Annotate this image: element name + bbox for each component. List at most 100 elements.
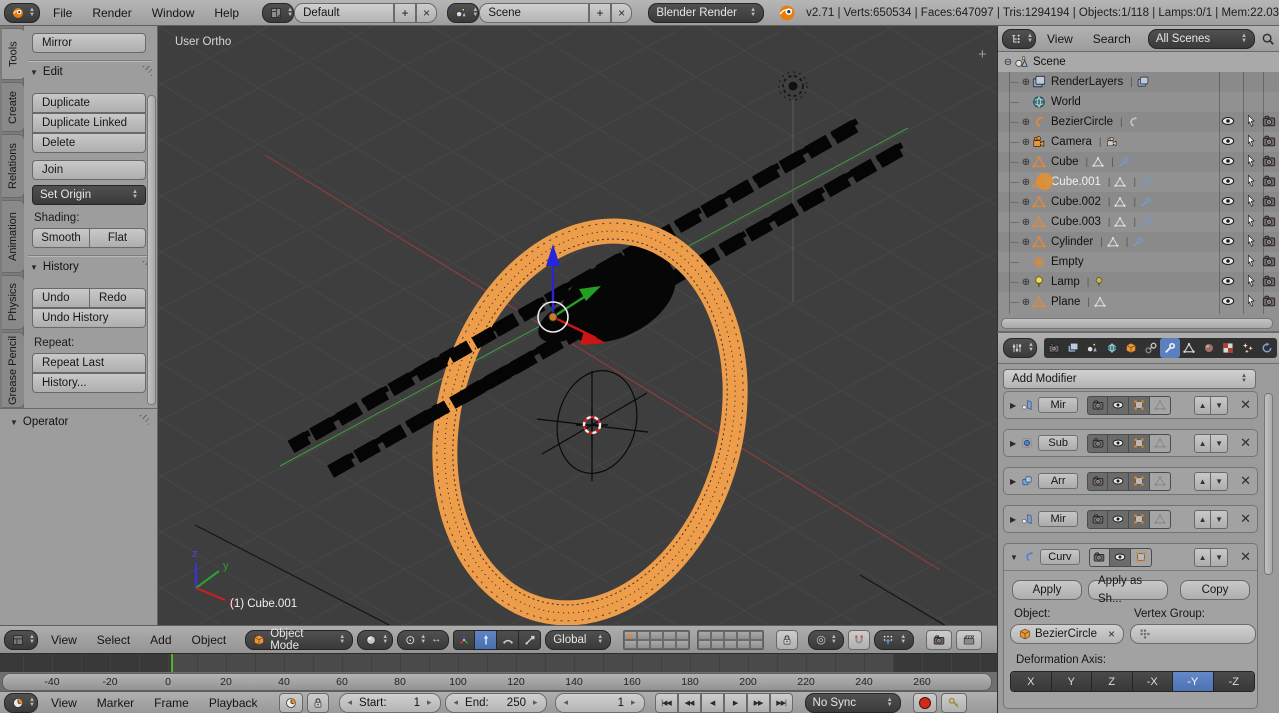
- properties-tab-render[interactable]: [1044, 338, 1063, 358]
- edit-mode-toggle[interactable]: [1129, 471, 1151, 491]
- layer-9[interactable]: [663, 639, 677, 649]
- edit-mode-toggle[interactable]: [1129, 433, 1151, 453]
- properties-tab-physics[interactable]: [1257, 338, 1276, 358]
- join-button[interactable]: Join: [32, 160, 146, 180]
- frame-start-field[interactable]: ◂ Start: 1 ▸: [338, 692, 441, 713]
- timeline-editor-select[interactable]: ▲ ▼: [4, 692, 38, 713]
- layer-11[interactable]: [698, 630, 712, 640]
- increment-icon[interactable]: ▸: [533, 697, 538, 708]
- move-up-button[interactable]: ▲: [1194, 509, 1212, 529]
- selectability-toggle[interactable]: [1244, 134, 1260, 150]
- render-toggle[interactable]: [1087, 471, 1109, 491]
- selectability-toggle[interactable]: [1244, 114, 1260, 130]
- app-menu-button[interactable]: ▲ ▼: [4, 2, 40, 23]
- delete-scene-button[interactable]: ×: [610, 2, 633, 23]
- viewport-visibility-toggle[interactable]: [1108, 471, 1130, 491]
- expand-toggle[interactable]: ⊕: [1020, 77, 1032, 88]
- lock-frame-toggle[interactable]: [306, 692, 329, 713]
- menu-add[interactable]: Add: [141, 628, 180, 652]
- outliner-row-beziercircle[interactable]: ⊕ BezierCircle |: [998, 112, 1279, 132]
- increment-icon[interactable]: ▸: [631, 697, 636, 708]
- selectability-toggle[interactable]: [1244, 174, 1260, 190]
- cage-toggle[interactable]: [1150, 433, 1172, 453]
- render-toggle[interactable]: [1087, 433, 1109, 453]
- apply-as-shape-button[interactable]: Apply as Sh...: [1088, 575, 1168, 605]
- render-toggle[interactable]: [1087, 395, 1109, 415]
- menu-render[interactable]: Render: [83, 1, 140, 25]
- selectability-toggle[interactable]: [1244, 274, 1260, 290]
- modifier-name-field[interactable]: Mir: [1038, 511, 1079, 527]
- tool-shelf-scrollbar[interactable]: [147, 95, 156, 405]
- renderability-toggle[interactable]: [1262, 114, 1278, 130]
- properties-tab-object[interactable]: [1122, 338, 1141, 358]
- viewport-visibility-toggle[interactable]: [1108, 509, 1130, 529]
- visibility-toggle[interactable]: [1221, 214, 1237, 230]
- decrement-icon[interactable]: ◂: [454, 697, 459, 708]
- repeat-history-button[interactable]: History...: [32, 373, 146, 393]
- properties-tab-texture[interactable]: [1219, 338, 1238, 358]
- expand-toggle[interactable]: ⊕: [1020, 217, 1032, 228]
- layer-19[interactable]: [737, 639, 751, 649]
- outliner-row-scene[interactable]: ⊖ Scene: [998, 52, 1279, 72]
- timeline-track[interactable]: [0, 653, 997, 672]
- viewport-visibility-toggle[interactable]: [1108, 395, 1130, 415]
- timeline-scrollbar[interactable]: -40 -20 0 20 40 60 80 100 120 140 160 180 200 220 240 2…: [2, 673, 992, 691]
- cage-toggle[interactable]: [1150, 471, 1172, 491]
- tool-tab-physics[interactable]: Physics: [2, 275, 25, 330]
- layer-13[interactable]: [724, 630, 738, 640]
- outliner-row-cylinder[interactable]: ⊕ Cylinder | |: [998, 232, 1279, 252]
- menu-view[interactable]: View: [42, 691, 86, 713]
- modifier-name-field[interactable]: Sub: [1038, 435, 1079, 451]
- auto-keyframe-toggle[interactable]: [912, 692, 937, 713]
- add-modifier-select[interactable]: Add Modifier ▲ ▼: [1003, 369, 1256, 389]
- outliner-filter-select[interactable]: All Scenes ▲ ▼: [1147, 28, 1255, 49]
- delete-modifier-icon[interactable]: ✕: [1240, 435, 1251, 451]
- viewport-visibility-toggle[interactable]: [1109, 547, 1131, 567]
- layer-12[interactable]: [711, 630, 725, 640]
- tool-tab-create[interactable]: Create: [2, 82, 25, 132]
- 3d-viewport[interactable]: z y x User Ortho (1) Cube.001 +: [158, 26, 997, 625]
- layer-2[interactable]: [637, 630, 651, 640]
- playback-range-clock-toggle[interactable]: [278, 692, 303, 713]
- snap-toggle[interactable]: [848, 629, 871, 650]
- selectability-toggle[interactable]: [1244, 194, 1260, 210]
- next-keyframe-button[interactable]: ▶▶: [746, 692, 770, 713]
- screen-layout-field[interactable]: Default: [294, 2, 395, 23]
- renderability-toggle[interactable]: [1262, 214, 1278, 230]
- interaction-mode-select[interactable]: Object Mode ▲ ▼: [245, 628, 354, 652]
- selectability-toggle[interactable]: [1244, 154, 1260, 170]
- proportional-edit-select[interactable]: ◎ ▲ ▼: [808, 629, 845, 650]
- renderability-toggle[interactable]: [1262, 234, 1278, 250]
- menu-playback[interactable]: Playback: [200, 691, 267, 713]
- properties-tab-material[interactable]: [1199, 338, 1218, 358]
- expand-icon[interactable]: ▶: [1010, 401, 1016, 410]
- outliner-row-camera[interactable]: ⊕ Camera |: [998, 132, 1279, 152]
- jump-to-start-button[interactable]: |◀◀: [654, 692, 678, 713]
- layer-7[interactable]: [637, 639, 651, 649]
- layer-20[interactable]: [750, 639, 764, 649]
- panel-drag-grip[interactable]: [138, 415, 149, 426]
- deform-axis-negy[interactable]: -Y: [1173, 672, 1214, 691]
- layer-16[interactable]: [698, 639, 712, 649]
- move-up-button[interactable]: ▲: [1194, 547, 1212, 567]
- layer-1[interactable]: [624, 630, 638, 640]
- visibility-toggle[interactable]: [1221, 134, 1237, 150]
- delete-modifier-icon[interactable]: ✕: [1240, 397, 1251, 413]
- visibility-toggle[interactable]: [1221, 174, 1237, 190]
- expand-toggle[interactable]: ⊕: [1020, 157, 1032, 168]
- region-expand-toggle[interactable]: +: [978, 46, 987, 63]
- screen-layout-icon-button[interactable]: ▲ ▼: [262, 2, 295, 23]
- current-frame-playhead[interactable]: [170, 654, 173, 672]
- expand-toggle[interactable]: ⊕: [1020, 117, 1032, 128]
- deform-axis-x[interactable]: X: [1011, 672, 1052, 691]
- layer-18[interactable]: [724, 639, 738, 649]
- operator-panel-header[interactable]: ▼ Operator: [10, 416, 68, 428]
- outliner-row-cube[interactable]: ⊕ Cube | |: [998, 152, 1279, 172]
- viewport-visibility-toggle[interactable]: [1108, 433, 1130, 453]
- properties-tab-particles[interactable]: [1238, 338, 1257, 358]
- prev-keyframe-button[interactable]: ◀◀: [677, 692, 701, 713]
- layer-14[interactable]: [737, 630, 751, 640]
- properties-tab-object-data[interactable]: [1180, 338, 1199, 358]
- move-down-button[interactable]: ▼: [1211, 471, 1229, 491]
- render-toggle[interactable]: [1087, 509, 1109, 529]
